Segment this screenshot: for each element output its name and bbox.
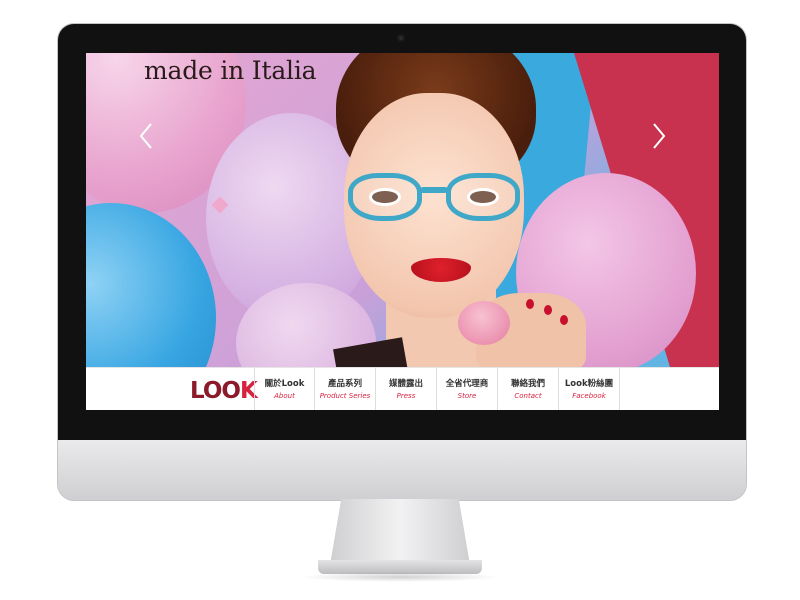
nav-label-zh: Look粉絲團 — [564, 378, 614, 389]
slider-next-button[interactable] — [648, 121, 668, 151]
nav-item-press[interactable]: 媒體露出 Press — [376, 368, 437, 410]
left-lens — [348, 173, 422, 221]
nail — [526, 299, 534, 309]
slider-prev-button[interactable] — [137, 121, 157, 151]
nav-item-contact[interactable]: 聯絡我們 Contact — [498, 368, 559, 410]
nav-label-en: Contact — [514, 391, 542, 400]
macaron-image — [458, 301, 510, 345]
logo-main-letters: LOO — [190, 378, 241, 404]
nav-item-store[interactable]: 全省代理商 Store — [437, 368, 498, 410]
nav-label-en: Facebook — [572, 391, 606, 400]
nav-label-zh: 關於Look — [264, 378, 305, 389]
nav-label-en: Store — [457, 391, 477, 400]
main-navigation-bar: LOOK 關於Look About 產品系列 Product Series 媒體… — [86, 367, 719, 410]
nav-label-en: Press — [396, 391, 416, 400]
nav-label-zh: 聯絡我們 — [510, 378, 545, 389]
hero-slider: made in Italia — [86, 53, 719, 367]
logo-wordmark: LOOK — [190, 378, 258, 404]
monitor-chin — [58, 440, 746, 500]
right-lens — [446, 173, 520, 221]
nav-item-facebook[interactable]: Look粉絲團 Facebook — [559, 368, 620, 410]
nav-label-zh: 產品系列 — [327, 378, 362, 389]
nav-label-en: Product Series — [319, 391, 371, 400]
hero-tagline: made in Italia — [144, 56, 317, 85]
chevron-right-icon — [653, 123, 666, 149]
nav-item-about[interactable]: 關於Look About — [254, 368, 315, 410]
monitor-stand — [330, 499, 470, 565]
camera-icon — [397, 34, 405, 42]
nav-label-zh: 全省代理商 — [445, 378, 489, 389]
nav-item-product-series[interactable]: 產品系列 Product Series — [315, 368, 376, 410]
nav-label-en: About — [274, 391, 295, 400]
look-logo[interactable]: LOOK — [190, 376, 258, 404]
nail — [560, 315, 568, 325]
nail — [544, 305, 552, 315]
blue-balloon — [86, 203, 216, 367]
nav-menu: 關於Look About 產品系列 Product Series 媒體露出 Pr… — [254, 368, 620, 410]
glasses-bridge — [420, 187, 448, 193]
chevron-left-icon — [139, 123, 152, 149]
website-screen: made in Italia LOOK 關於Look About 產品系列 Pr… — [86, 53, 719, 410]
eyeglasses-image — [348, 173, 524, 223]
nav-label-zh: 媒體露出 — [388, 378, 423, 389]
stand-shadow — [300, 572, 500, 582]
